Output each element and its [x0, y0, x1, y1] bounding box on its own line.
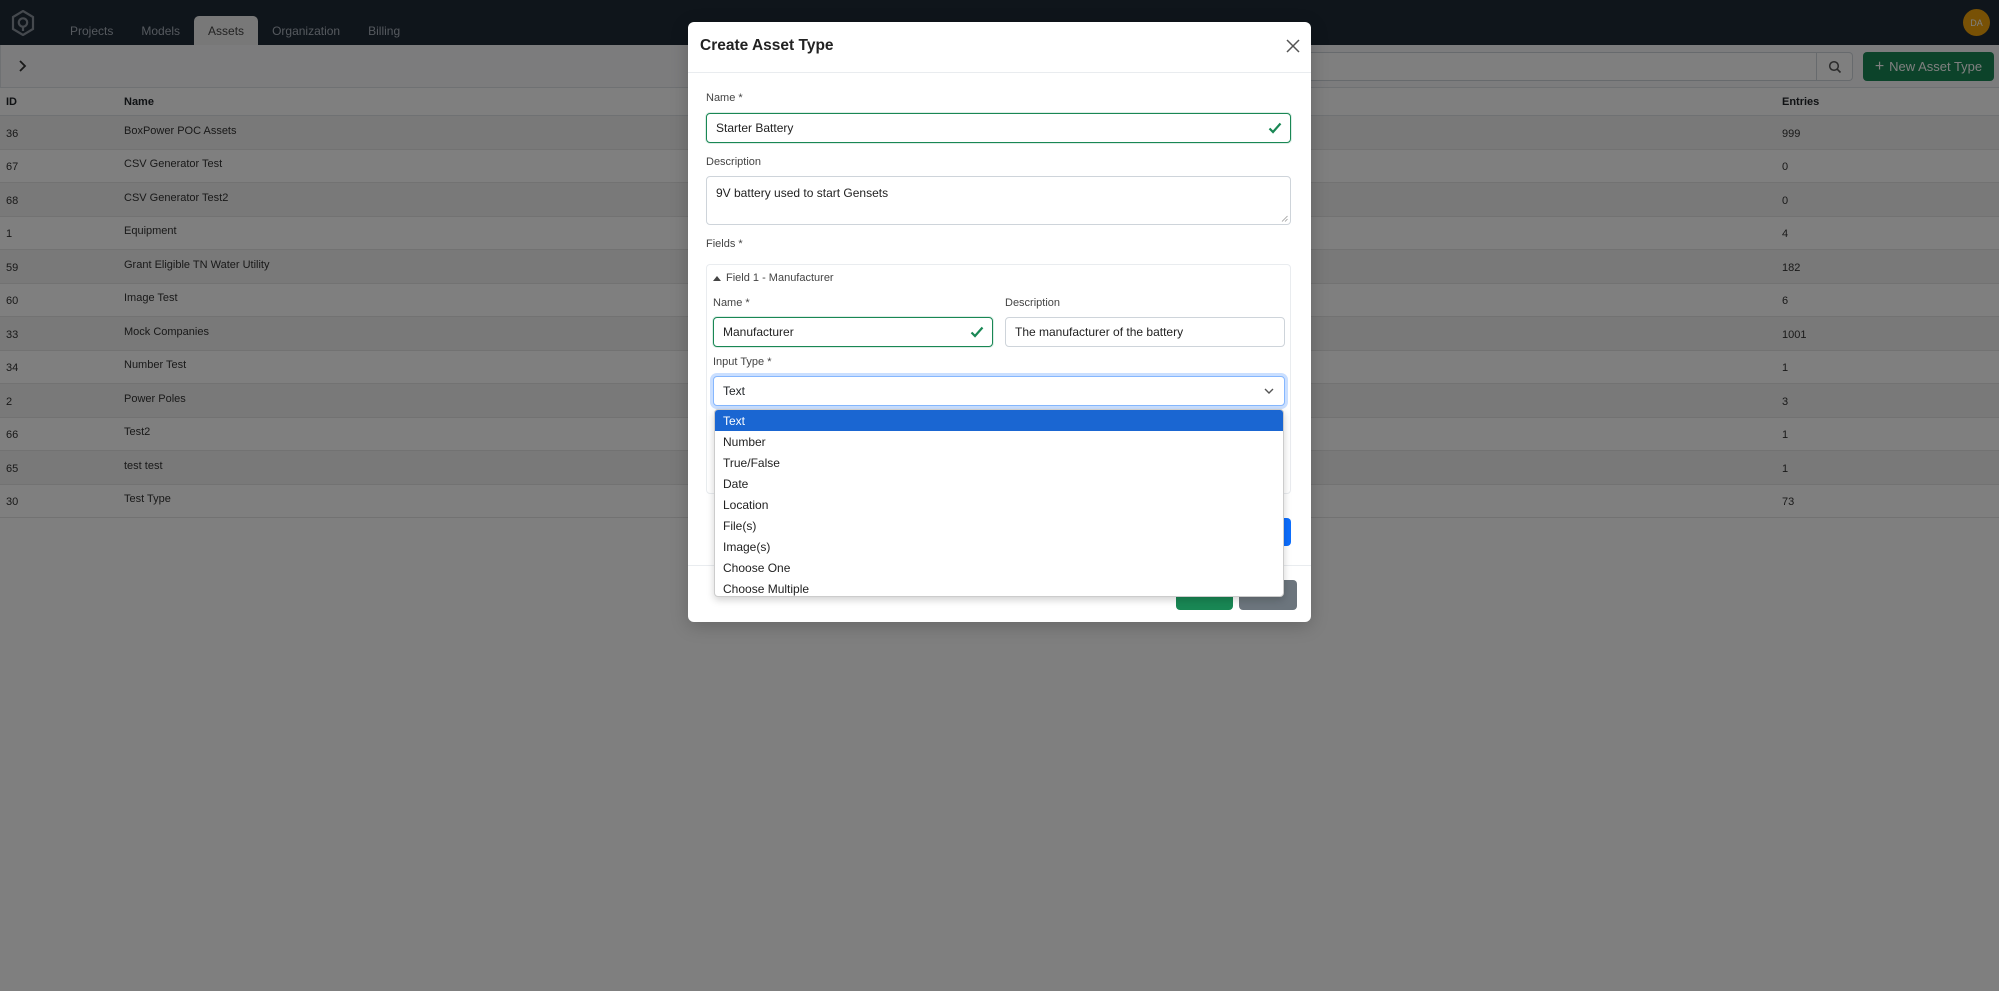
- field-1-header: Field 1 - Manufacturer: [726, 272, 834, 284]
- close-icon: [1286, 39, 1300, 53]
- caret-up-icon: [713, 276, 721, 281]
- dropdown-option[interactable]: File(s): [715, 515, 1283, 536]
- field-1-name-input[interactable]: Manufacturer: [713, 317, 993, 347]
- fields-label: Fields *: [706, 238, 743, 250]
- input-type-value: Text: [723, 384, 746, 398]
- field-1-name-label: Name *: [713, 297, 750, 309]
- field-1-name-value: Manufacturer: [723, 325, 794, 339]
- dropdown-option[interactable]: True/False: [715, 452, 1283, 473]
- dropdown-option[interactable]: Choose One: [715, 557, 1283, 578]
- field-1-description-input[interactable]: The manufacturer of the battery: [1005, 317, 1285, 347]
- dropdown-option[interactable]: Text: [715, 410, 1283, 431]
- valid-check-icon: [1268, 122, 1282, 134]
- modal-header: Create Asset Type: [688, 22, 1311, 73]
- description-textarea[interactable]: 9V battery used to start Gensets: [706, 176, 1291, 225]
- dropdown-option[interactable]: Image(s): [715, 536, 1283, 557]
- description-textarea-value: 9V battery used to start Gensets: [716, 186, 889, 200]
- modal-title: Create Asset Type: [700, 37, 834, 54]
- resize-handle-icon[interactable]: [1281, 215, 1288, 222]
- input-type-select[interactable]: Text: [713, 376, 1285, 406]
- dropdown-option[interactable]: Choose Multiple: [715, 578, 1283, 596]
- chevron-down-icon: [1264, 388, 1274, 394]
- dropdown-option[interactable]: Number: [715, 431, 1283, 452]
- dropdown-option[interactable]: Location: [715, 494, 1283, 515]
- name-label: Name *: [706, 92, 743, 104]
- input-type-label: Input Type *: [713, 356, 772, 368]
- name-input[interactable]: Starter Battery: [706, 113, 1291, 143]
- field-1-description-label: Description: [1005, 297, 1061, 309]
- name-input-value: Starter Battery: [716, 121, 794, 135]
- field-1-description-value: The manufacturer of the battery: [1015, 325, 1184, 339]
- dropdown-option[interactable]: Date: [715, 473, 1283, 494]
- description-label: Description: [706, 156, 762, 168]
- input-type-dropdown-list: Text Number True/False Date Location File(s) I…: [714, 409, 1284, 597]
- modal-close-button[interactable]: [1284, 37, 1302, 55]
- field-1-toggle[interactable]: Field 1 - Manufacturer: [713, 272, 834, 284]
- valid-check-icon: [970, 326, 984, 338]
